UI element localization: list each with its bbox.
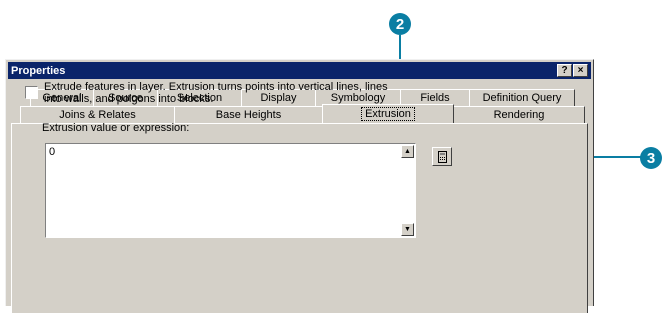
callout-step-3: 3 [640, 147, 662, 169]
title-bar: Properties ? × [8, 62, 591, 79]
dialog-title: Properties [11, 64, 66, 77]
tab-extrusion-label: Extrusion [361, 107, 415, 121]
tab-rendering[interactable]: Rendering [453, 106, 585, 123]
callout-step-2: 2 [389, 13, 411, 35]
calculator-icon [437, 150, 447, 163]
close-button[interactable]: × [573, 64, 588, 77]
scroll-up-button[interactable]: ▲ [401, 145, 414, 158]
expression-value: 0 [49, 146, 56, 158]
help-button[interactable]: ? [557, 64, 572, 77]
tab-definition-query[interactable]: Definition Query [469, 89, 575, 106]
expression-label: Extrusion value or expression: [42, 122, 190, 134]
extrude-features-checkbox[interactable] [25, 86, 38, 99]
expression-input[interactable]: 0 ▲ ▼ [45, 143, 416, 238]
tab-base-heights[interactable]: Base Heights [174, 106, 323, 123]
expression-builder-button[interactable] [432, 147, 452, 166]
scroll-down-button[interactable]: ▼ [401, 223, 414, 236]
extrude-features-label: Extrude features in layer. Extrusion tur… [44, 81, 388, 105]
tab-joins-relates[interactable]: Joins & Relates [20, 106, 175, 123]
tab-extrusion[interactable]: Extrusion [322, 104, 454, 123]
